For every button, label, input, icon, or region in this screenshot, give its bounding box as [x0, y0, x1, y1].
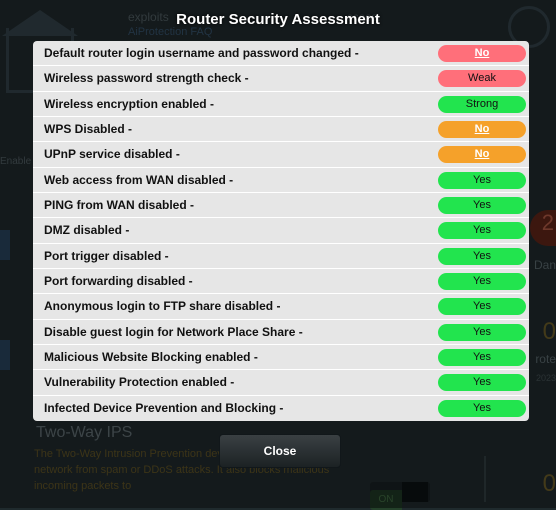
assessment-row: Vulnerability Protection enabled - Yes — [33, 370, 529, 396]
assessment-row: Port forwarding disabled - Yes — [33, 269, 529, 295]
status-badge: Yes — [438, 247, 526, 265]
status-badge[interactable]: No — [438, 45, 526, 62]
assessment-label: Web access from WAN disabled - — [44, 172, 234, 187]
assessment-row: Wireless encryption enabled - Strong — [33, 92, 529, 117]
dialog-title: Router Security Assessment — [176, 11, 380, 28]
status-badge: Yes — [438, 272, 526, 290]
assessment-label: UPnP service disabled - — [44, 147, 180, 162]
assessment-label: Default router login username and passwo… — [44, 46, 359, 60]
close-button[interactable]: Close — [219, 434, 341, 468]
assessment-label: Vulnerability Protection enabled - — [44, 375, 235, 390]
assessment-row: WPS Disabled - No — [33, 117, 529, 143]
status-badge: Yes — [438, 171, 526, 189]
assessment-label: Port forwarding disabled - — [44, 273, 193, 288]
status-badge: Yes — [438, 222, 526, 240]
assessment-row: Wireless password strength check - Weak — [33, 66, 529, 92]
status-badge: Yes — [438, 399, 526, 417]
status-badge: Strong — [438, 95, 526, 113]
status-badge: Yes — [438, 298, 526, 316]
assessment-label: PING from WAN disabled - — [44, 197, 195, 212]
assessment-row: PING from WAN disabled - Yes — [33, 193, 529, 219]
status-badge: Yes — [438, 348, 526, 366]
assessment-label: Wireless password strength check - — [44, 71, 249, 86]
assessment-row: Default router login username and passwo… — [33, 41, 529, 67]
assessment-row: Disable guest login for Network Place Sh… — [33, 320, 529, 345]
status-badge[interactable]: No — [438, 120, 526, 138]
assessment-label: Malicious Website Blocking enabled - — [44, 349, 258, 364]
assessment-row: Infected Device Prevention and Blocking … — [33, 396, 529, 421]
status-badge: Weak — [438, 70, 526, 88]
status-badge[interactable]: No — [438, 146, 526, 164]
assessment-row: UPnP service disabled - No — [33, 142, 529, 168]
assessment-label: Infected Device Prevention and Blocking … — [44, 400, 284, 415]
status-badge: Yes — [438, 196, 526, 214]
assessment-row: Malicious Website Blocking enabled - Yes — [33, 345, 529, 371]
assessment-row: Web access from WAN disabled - Yes — [33, 168, 529, 193]
assessment-row: Anonymous login to FTP share disabled - Y… — [33, 294, 529, 320]
assessment-list: Default router login username and passwo… — [33, 41, 529, 421]
assessment-label: Disable guest login for Network Place Sh… — [44, 324, 303, 339]
assessment-label: DMZ disabled - — [44, 223, 130, 238]
assessment-label: Anonymous login to FTP share disabled - — [44, 299, 281, 314]
assessment-row: Port trigger disabled - Yes — [33, 244, 529, 269]
assessment-label: Port trigger disabled - — [44, 248, 169, 263]
status-badge: Yes — [438, 323, 526, 341]
assessment-label: Wireless encryption enabled - — [44, 96, 214, 111]
assessment-row: DMZ disabled - Yes — [33, 218, 529, 244]
assessment-label: WPS Disabled - — [44, 121, 133, 136]
status-badge: Yes — [438, 374, 526, 392]
